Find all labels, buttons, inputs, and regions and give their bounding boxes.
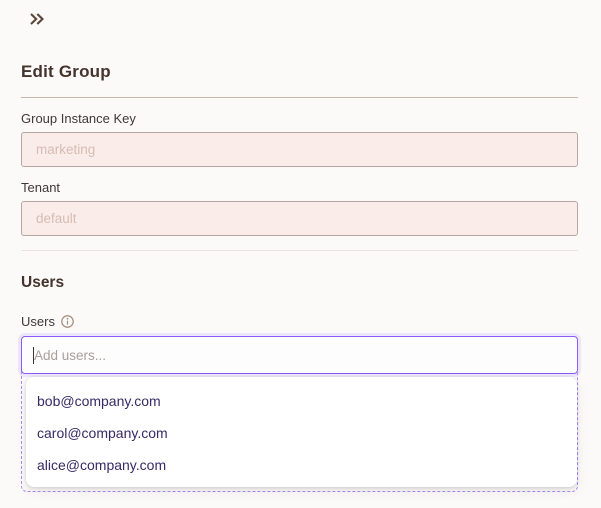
group-instance-key-input (21, 132, 578, 167)
dropdown-option-carol[interactable]: carol@company.com (26, 417, 577, 449)
chevrons-right-icon (28, 13, 45, 30)
header-divider (21, 97, 578, 98)
field-group-instance-key: Group Instance Key (21, 112, 578, 167)
users-dropdown: bob@company.com carol@company.com alice@… (26, 377, 577, 487)
add-users-input[interactable] (21, 336, 578, 374)
tenant-input (21, 201, 578, 236)
edit-group-panel: Edit Group Group Instance Key Tenant Use… (0, 11, 601, 492)
dropdown-option-alice[interactable]: alice@company.com (26, 449, 577, 481)
field-tenant: Tenant (21, 181, 578, 236)
page-title: Edit Group (21, 62, 111, 81)
tenant-label: Tenant (21, 180, 61, 195)
info-icon[interactable] (60, 314, 75, 329)
users-field-label: Users (21, 314, 55, 329)
users-multiselect: bob@company.com carol@company.com alice@… (21, 336, 578, 492)
users-field-label-row: Users (21, 314, 578, 329)
group-instance-key-label: Group Instance Key (21, 111, 136, 126)
dropdown-option-bob[interactable]: bob@company.com (26, 385, 577, 417)
collapse-panel-button[interactable] (27, 11, 45, 29)
users-section-heading: Users (21, 274, 65, 291)
section-divider (21, 250, 578, 251)
